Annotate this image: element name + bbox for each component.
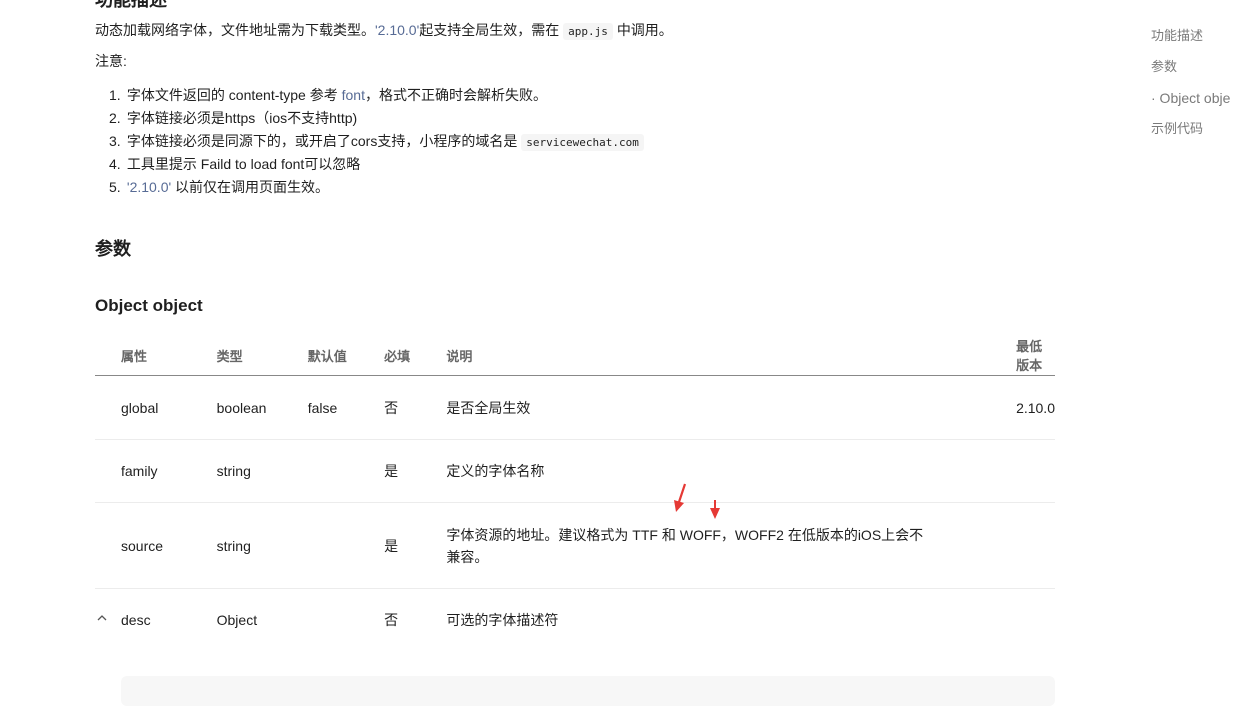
header-required: 必填 xyxy=(384,335,447,376)
annotation-arrow-icon xyxy=(708,498,722,527)
cell-desc: 字体资源的地址。建议格式为 TTF 和 WOFF，WOFF2 在低版本的iOS上… xyxy=(446,502,1017,589)
params-table: 属性 类型 默认值 必填 说明 最低版本 global boolean fals… xyxy=(95,335,1055,651)
cell-type: string xyxy=(216,502,308,589)
cell-default xyxy=(308,589,384,652)
cell-name: desc xyxy=(121,612,151,628)
cell-default xyxy=(307,439,385,503)
section-heading-cut: 功能描述 xyxy=(95,0,167,10)
table-row: global boolean false 否 是否全局生效 2.10.0 xyxy=(95,375,1055,440)
inline-code-domain: servicewechat.com xyxy=(521,134,644,151)
cell-type: Object xyxy=(216,612,258,628)
cell-name: family xyxy=(121,463,158,479)
intro-text-before: 动态加载网络字体，文件地址需为下载类型。 xyxy=(95,22,375,38)
font-link[interactable]: font xyxy=(342,87,365,103)
nested-params-panel xyxy=(121,676,1055,706)
cell-required: 是 xyxy=(384,502,447,589)
inline-code-appjs: app.js xyxy=(563,23,613,40)
list-item: 3. 字体链接必须是同源下的，或开启了cors支持，小程序的域名是 servic… xyxy=(109,130,644,153)
intro-paragraph: 动态加载网络字体，文件地址需为下载类型。'2.10.0'起支持全局生效，需在 a… xyxy=(95,20,673,42)
table-header-row: 属性 类型 默认值 必填 说明 最低版本 xyxy=(95,335,1055,376)
list-item: 5. '2.10.0' 以前仅在调用页面生效。 xyxy=(109,179,330,195)
cell-version xyxy=(1016,502,1055,589)
cell-required: 是 xyxy=(384,439,447,503)
chevron-up-icon[interactable] xyxy=(97,613,107,626)
table-row: source string 是 字体资源的地址。建议格式为 TTF 和 WOFF… xyxy=(95,502,1055,589)
cell-default xyxy=(307,502,385,589)
toc-item[interactable]: · Object obje xyxy=(1151,86,1230,117)
header-desc: 说明 xyxy=(446,335,1017,376)
cell-default: false xyxy=(307,375,385,440)
cell-required: 否 xyxy=(384,375,447,440)
annotation-arrow-icon xyxy=(670,482,690,519)
header-version: 最低版本 xyxy=(1016,335,1055,376)
cell-version xyxy=(1016,439,1055,503)
intro-text-middle: 起支持全局生效，需在 xyxy=(419,22,560,38)
cell-name: source xyxy=(121,537,164,554)
version-link[interactable]: '2.10.0' xyxy=(375,22,419,38)
cell-name: global xyxy=(121,399,159,416)
note-label: 注意: xyxy=(95,53,127,69)
cell-desc: 可选的字体描述符 xyxy=(446,612,559,628)
notes-list: 1. 字体文件返回的 content-type 参考 font，格式不正确时会解… xyxy=(109,84,644,199)
cell-version-link[interactable]: 2.10.0 xyxy=(1016,375,1055,440)
cell-desc: 定义的字体名称 xyxy=(446,439,1017,503)
list-item: 4. 工具里提示 Faild to load font可以忽略 xyxy=(109,156,361,172)
subsection-title: Object object xyxy=(95,296,203,315)
version-link[interactable]: '2.10.0' xyxy=(127,179,171,195)
toc-item[interactable]: 参数 xyxy=(1151,55,1230,86)
cell-required: 否 xyxy=(384,612,399,628)
list-item: 2. 字体链接必须是https（ios不支持http) xyxy=(109,110,358,126)
header-attr: 属性 xyxy=(121,348,148,364)
cell-type: string xyxy=(216,439,308,503)
intro-text-after: 中调用。 xyxy=(616,22,673,38)
section-title: 参数 xyxy=(95,239,131,259)
cell-type: boolean xyxy=(216,375,308,440)
header-default: 默认值 xyxy=(307,335,385,376)
table-row: desc Object 否 可选的字体描述符 xyxy=(95,589,1055,652)
toc-item[interactable]: 功能描述 xyxy=(1151,24,1230,55)
table-of-contents: 功能描述 参数 · Object obje 示例代码 xyxy=(1151,24,1230,148)
cell-desc: 是否全局生效 xyxy=(446,375,1017,440)
cell-version xyxy=(1016,589,1055,652)
list-item: 1. 字体文件返回的 content-type 参考 font，格式不正确时会解… xyxy=(109,87,547,103)
table-row: family string 是 定义的字体名称 xyxy=(95,439,1055,503)
header-type: 类型 xyxy=(216,335,308,376)
toc-item[interactable]: 示例代码 xyxy=(1151,117,1230,148)
